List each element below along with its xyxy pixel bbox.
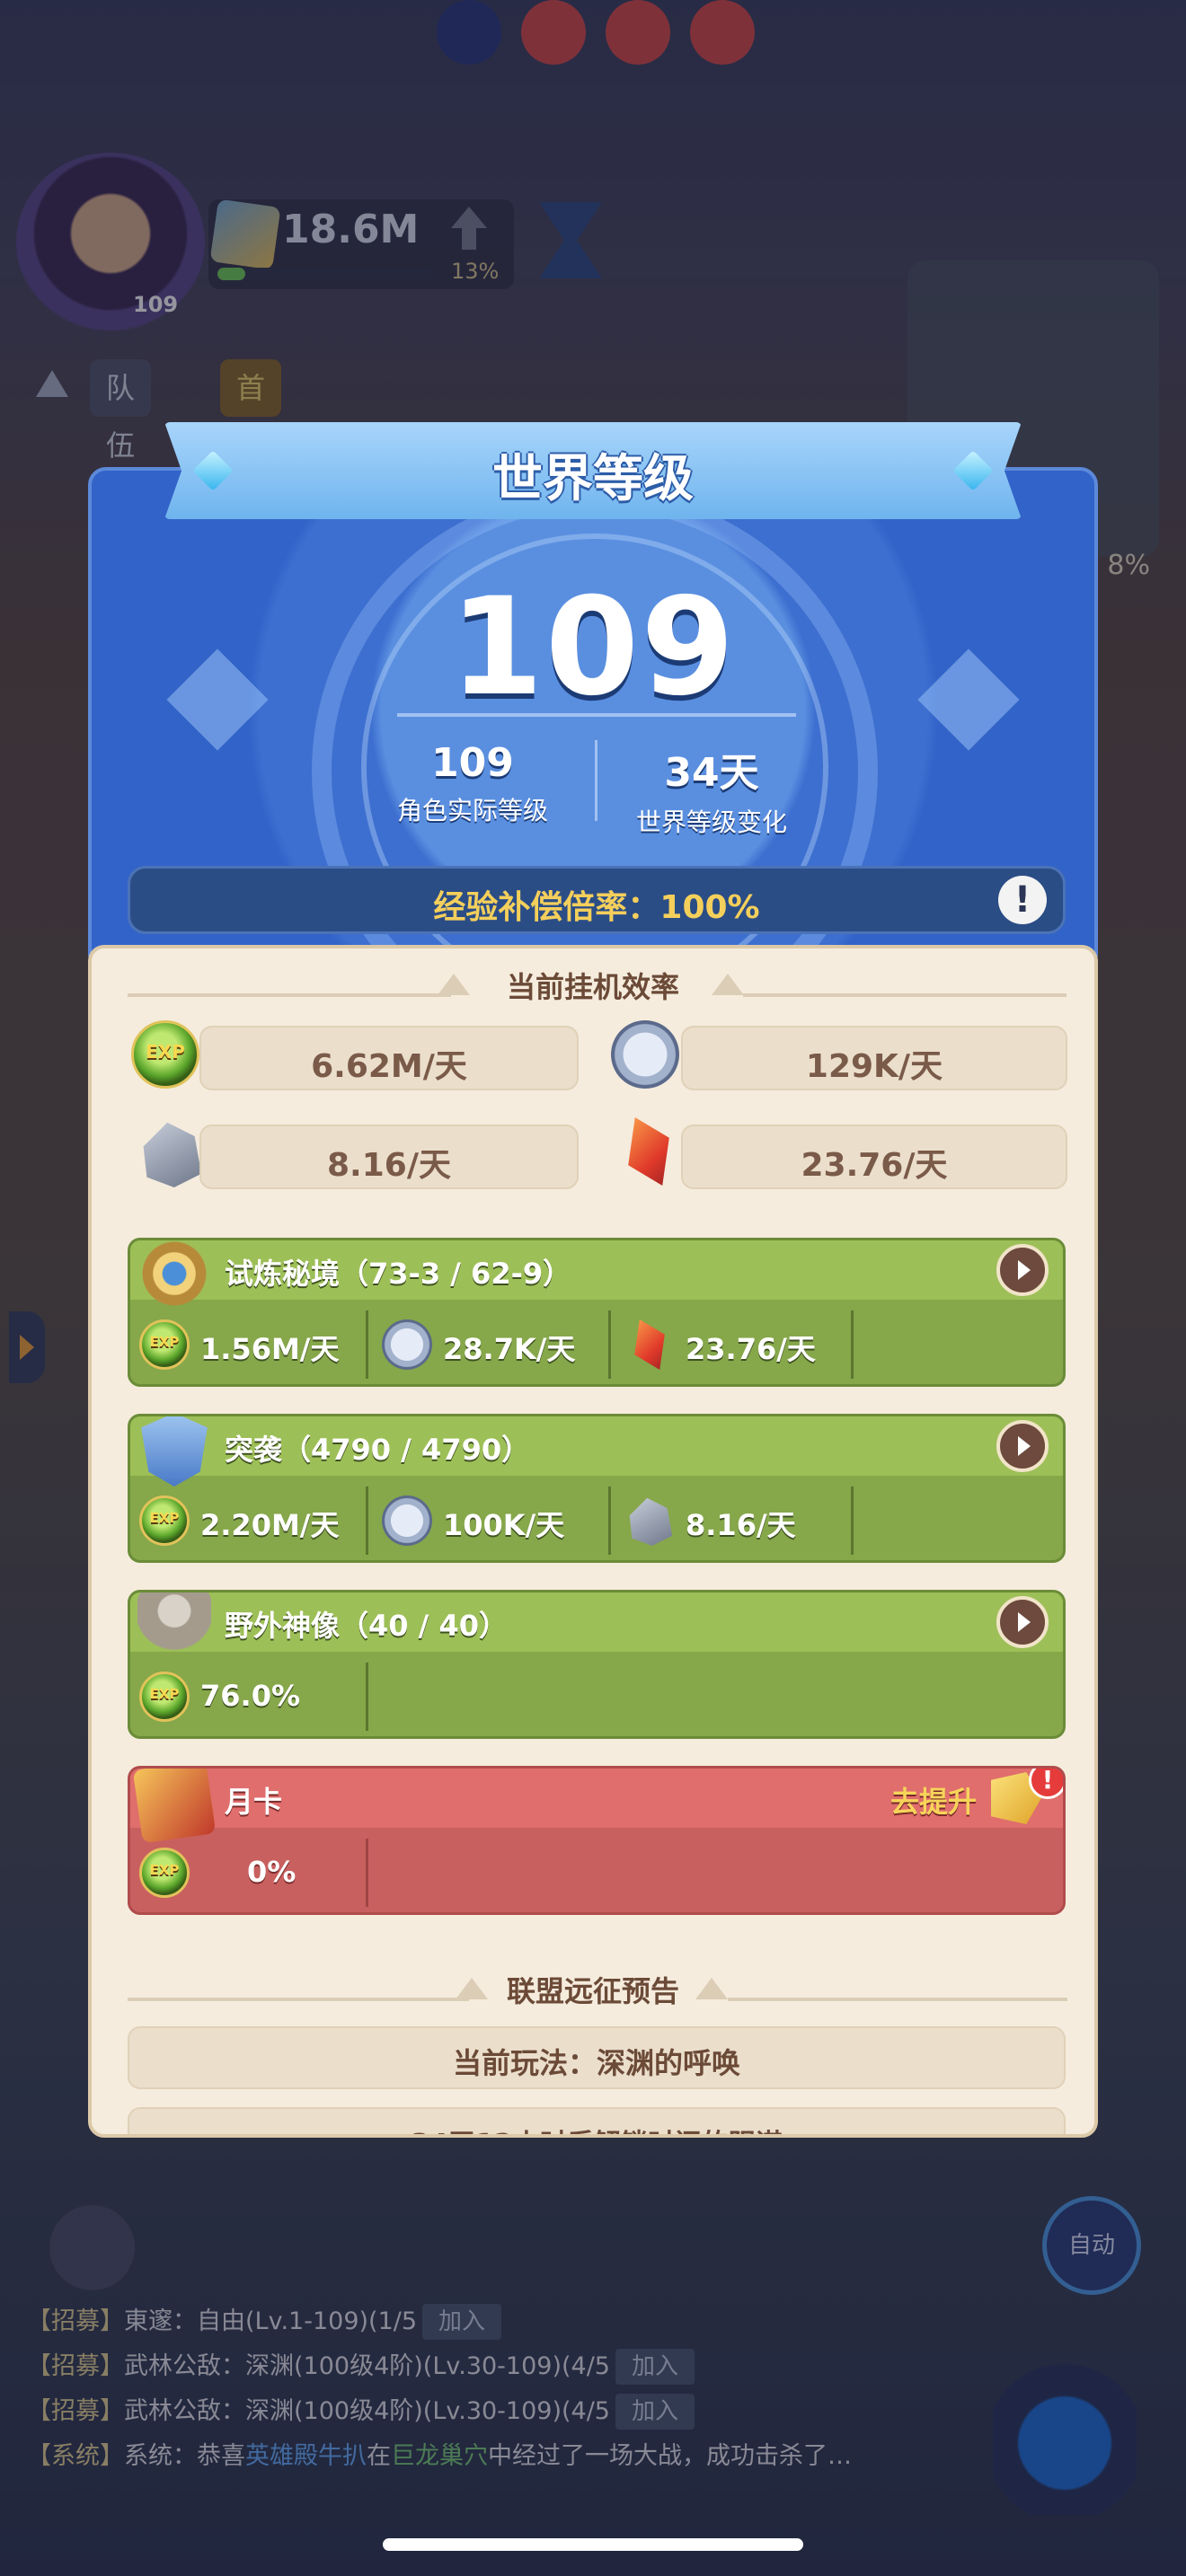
actual-level-label: 角色实际等级 [396,796,548,825]
exclamation-icon[interactable]: ! [998,876,1047,924]
exp-icon: EXP [139,1848,190,1898]
efficiency-ore: 8.16/天 [199,1125,579,1189]
efficiency-title: 当前挂机效率 [506,970,679,1004]
level-change-value: 34天 [664,750,759,796]
raid-title: 突袭（4790 / 4790） [225,1433,531,1467]
efficiency-exp: 6.62M/天 [199,1026,579,1090]
exp-icon: EXP [139,1319,190,1370]
alliance-next: 34天12小时后解锁时间的阴谋 [128,2107,1066,2134]
monthly-card[interactable]: 月卡 去提升 ! EXP 0% [128,1766,1066,1915]
efficiency-coin: 129K/天 [681,1026,1067,1090]
world-level-value: 109 [449,569,737,726]
coin-icon [382,1495,432,1546]
ore-icon [629,1497,673,1546]
exp-icon: EXP [131,1020,199,1089]
alert-badge: ! [1029,1769,1063,1799]
statue-go-button[interactable] [996,1596,1049,1648]
exp-rate-text: 经验补偿倍率：100% [433,889,760,926]
trial-go-button[interactable] [996,1244,1049,1296]
crystal-icon [628,1117,669,1186]
world-level-header: 109 109 角色实际等级 34天 世界等级变化 经验补偿倍率：100% ! [88,467,1098,957]
actual-level-value: 109 [431,740,514,786]
title-banner: 世界等级 [164,422,1022,519]
exp-icon: EXP [139,1495,190,1546]
upgrade-link[interactable]: 去提升 [890,1779,977,1821]
raid-go-button[interactable] [996,1420,1049,1472]
dialog-title: 世界等级 [492,450,694,508]
monthly-title: 月卡 [225,1785,283,1819]
trial-card[interactable]: 试炼秘境（73-3 / 62-9） EXP 1.56M/天 28.7K/天 23.… [128,1238,1066,1387]
raid-card[interactable]: 突袭（4790 / 4790） EXP 2.20M/天 100K/天 8.16/天 [128,1414,1066,1563]
home-indicator[interactable] [383,2538,803,2551]
exp-rate-bar: 经验补偿倍率：100% ! [128,866,1066,934]
trial-title: 试炼秘境（73-3 / 62-9） [225,1257,572,1291]
statue-card[interactable]: 野外神像（40 / 40） EXP 76.0% [128,1590,1066,1739]
statue-title: 野外神像（40 / 40） [225,1609,509,1643]
coin-icon [611,1020,679,1089]
coin-icon [382,1319,432,1370]
actual-level-stat: 109 角色实际等级 [365,740,580,827]
ore-icon [143,1122,202,1187]
world-level-dialog: 109 109 角色实际等级 34天 世界等级变化 经验补偿倍率：100% ! … [88,422,1098,2138]
level-change-stat: 34天 世界等级变化 [604,740,819,839]
alliance-current: 当前玩法：深渊的呼唤 [128,2026,1066,2089]
level-change-label: 世界等级变化 [635,807,787,837]
efficiency-panel[interactable]: 当前挂机效率 EXP 6.62M/天 129K/天 8.16/天 23.76/天… [88,945,1098,2138]
crystal-icon [634,1319,665,1370]
exp-icon: EXP [139,1672,190,1722]
efficiency-crystal: 23.76/天 [681,1125,1067,1189]
alliance-title: 联盟远征预告 [506,1974,679,2008]
